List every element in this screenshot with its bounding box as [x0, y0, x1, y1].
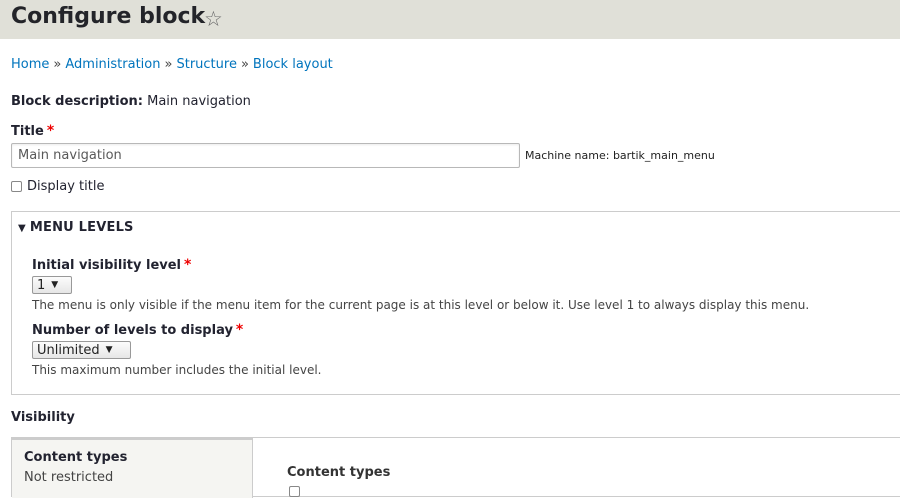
- breadcrumb-block-layout[interactable]: Block layout: [253, 57, 333, 72]
- machine-name: Machine name: bartik_main_menu: [525, 149, 715, 162]
- levels-display-label-text: Number of levels to display: [32, 323, 233, 338]
- levels-display-selected: Unlimited: [37, 342, 100, 358]
- visibility-heading: Visibility: [11, 410, 75, 425]
- title-input[interactable]: [11, 143, 520, 168]
- breadcrumb: Home» Administration» Structure» Block layo…: [11, 57, 333, 72]
- page-title: Configure block: [11, 4, 205, 29]
- block-description-label: Block description:: [11, 94, 143, 109]
- menu-levels-summary[interactable]: ▼ MENU LEVELS: [18, 220, 134, 235]
- display-title-checkbox[interactable]: [11, 181, 22, 192]
- display-title-option[interactable]: Display title: [11, 179, 104, 194]
- initial-visibility-selected: 1: [37, 277, 46, 293]
- levels-display-description: This maximum number includes the initial…: [32, 363, 322, 377]
- vertical-tab-summary: Not restricted: [24, 470, 114, 485]
- breadcrumb-structure[interactable]: Structure: [176, 57, 236, 72]
- menu-levels-fieldset: ▼ MENU LEVELS Initial visibility level * 1…: [11, 211, 900, 395]
- menu-levels-title: MENU LEVELS: [29, 220, 134, 235]
- block-description-value: Main navigation: [147, 94, 251, 109]
- title-label: Title *: [11, 123, 54, 139]
- initial-visibility-label: Initial visibility level *: [32, 257, 191, 273]
- initial-visibility-label-text: Initial visibility level: [32, 258, 182, 273]
- title-label-text: Title: [11, 124, 44, 139]
- content-types-pane-title: Content types: [287, 465, 391, 480]
- levels-display-label: Number of levels to display *: [32, 322, 243, 338]
- visibility-vertical-tabs: Content types Not restricted Content typ…: [11, 437, 900, 498]
- star-icon[interactable]: ☆: [204, 7, 223, 31]
- block-description: Block description: Main navigation: [11, 94, 251, 109]
- breadcrumb-separator: »: [164, 57, 173, 72]
- initial-visibility-select[interactable]: 1 ▼: [32, 276, 72, 294]
- breadcrumb-separator: »: [53, 57, 62, 72]
- collapse-triangle-icon: ▼: [18, 223, 26, 234]
- page-title-text: Configure block: [11, 4, 206, 29]
- display-title-label: Display title: [27, 179, 105, 194]
- required-marker: *: [46, 123, 55, 139]
- vertical-tab-title: Content types: [24, 450, 128, 465]
- page-header: Configure block ☆: [0, 0, 900, 39]
- vertical-tab-content-types[interactable]: Content types Not restricted: [12, 438, 253, 498]
- required-marker: *: [235, 322, 244, 338]
- breadcrumb-separator: »: [240, 57, 249, 72]
- breadcrumb-home[interactable]: Home: [11, 57, 49, 72]
- chevron-down-icon: ▼: [105, 345, 113, 355]
- initial-visibility-description: The menu is only visible if the menu ite…: [32, 298, 810, 312]
- required-marker: *: [184, 257, 192, 273]
- levels-display-select[interactable]: Unlimited ▼: [32, 341, 131, 359]
- chevron-down-icon: ▼: [51, 280, 59, 290]
- breadcrumb-administration[interactable]: Administration: [65, 57, 160, 72]
